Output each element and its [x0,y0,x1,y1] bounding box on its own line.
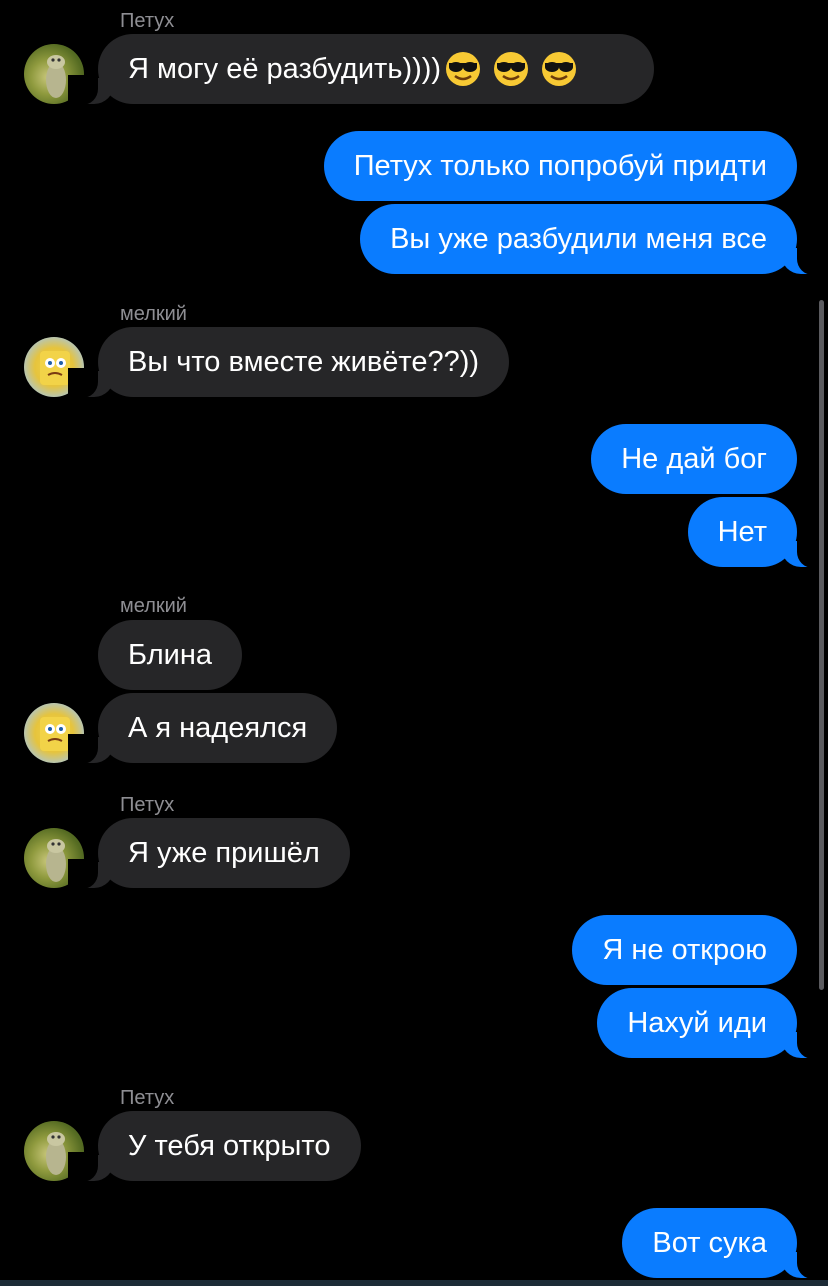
message-text: Нахуй иди [627,1006,767,1039]
message-bubble-incoming[interactable]: Я уже пришёл [68,818,350,889]
message-bubble-outgoing[interactable]: Вы уже разбудили меня все [360,204,827,275]
sender-name: мелкий [120,595,187,617]
sender-name: Петух [120,794,175,816]
message-bubble-incoming[interactable]: Вы что вместе живёте??)) [67,327,510,398]
message-text: Не дай бог [621,442,767,475]
message-bubble-incoming[interactable]: У тебя открыто [68,1111,361,1182]
message-bubble-outgoing[interactable]: Я не открою [572,915,797,985]
message-bubble-outgoing[interactable]: Петух только попробуй придти [323,131,797,201]
sender-name: мелкий [120,303,187,325]
sunglasses-emoji-icon [542,52,577,86]
sender-name: Петух [120,10,175,32]
message-bubble-incoming[interactable]: А я надеялся [67,693,338,764]
message-text: Петух только попробуй придти [353,149,767,182]
message-text: Я могу её разбудить)))) [128,52,442,85]
message-text: Вы уже разбудили меня все [390,222,767,255]
message-bubble-outgoing[interactable]: Нет [687,497,828,568]
message-text: Вот сука [652,1226,767,1259]
message-bubble-outgoing[interactable]: Вот сука [622,1208,827,1279]
sunglasses-emoji-icon [494,52,529,86]
sender-name: Петух [120,1087,175,1109]
message-text: Я не открою [602,933,767,966]
message-bubble-incoming[interactable]: Я могу её разбудить)))) [68,34,654,105]
message-text: Я уже пришёл [128,836,320,869]
scrollbar[interactable] [819,300,824,990]
message-bubble-outgoing[interactable]: Не дай бог [591,424,797,494]
message-text: Вы что вместе живёте??)) [128,345,480,378]
message-text: А я надеялся [128,711,308,744]
message-bubble-incoming[interactable]: Блина [98,620,242,690]
sunglasses-emoji-icon [446,52,481,86]
bottom-edge-bar [0,1280,828,1286]
message-text: Нет [717,515,767,548]
message-text: Блина [128,638,212,671]
message-bubble-outgoing[interactable]: Нахуй иди [597,988,827,1059]
message-text: У тебя открыто [128,1129,331,1162]
